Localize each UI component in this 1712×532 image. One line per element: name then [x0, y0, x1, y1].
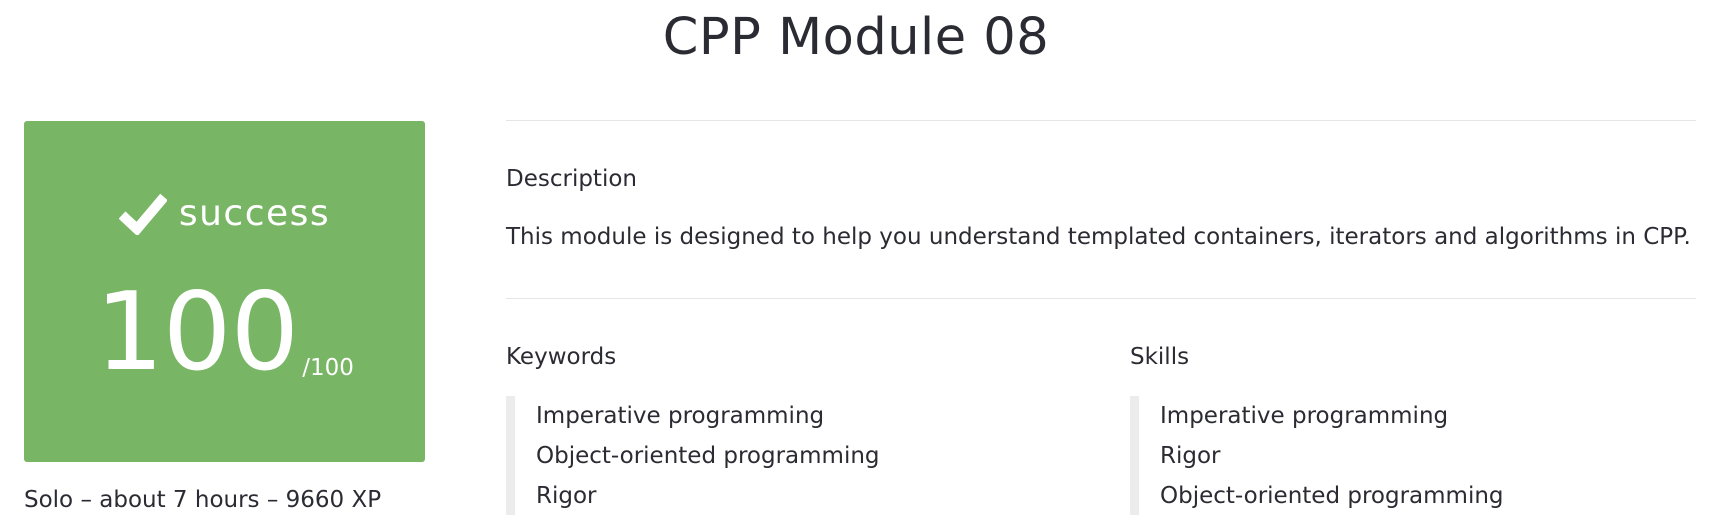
description-text: This module is designed to help you unde… — [506, 224, 1691, 250]
score-card: success 100 /100 — [24, 121, 425, 462]
skill-item: Rigor — [1160, 443, 1221, 469]
page-title: CPP Module 08 — [662, 8, 1050, 67]
score-value: 100 — [95, 270, 299, 395]
keyword-item: Object-oriented programming — [536, 443, 880, 469]
status-row: success — [24, 191, 425, 235]
skill-item: Imperative programming — [1160, 403, 1449, 429]
keyword-item: Imperative programming — [536, 403, 825, 429]
skills-list: Imperative programming Rigor Object-orie… — [1130, 396, 1504, 515]
skills-heading: Skills — [1130, 344, 1190, 370]
top-divider — [506, 120, 1696, 121]
score-max: /100 — [302, 355, 354, 381]
score-row: 100 /100 — [24, 279, 425, 387]
keyword-item: Rigor — [536, 483, 597, 509]
status-label: success — [178, 192, 331, 234]
check-icon — [118, 193, 167, 235]
description-heading: Description — [506, 166, 637, 192]
skill-item: Object-oriented programming — [1160, 483, 1504, 509]
middle-divider — [506, 298, 1696, 299]
keywords-heading: Keywords — [506, 344, 617, 370]
project-meta: Solo – about 7 hours – 9660 XP — [24, 487, 382, 513]
keywords-list: Imperative programming Object-oriented p… — [506, 396, 880, 515]
